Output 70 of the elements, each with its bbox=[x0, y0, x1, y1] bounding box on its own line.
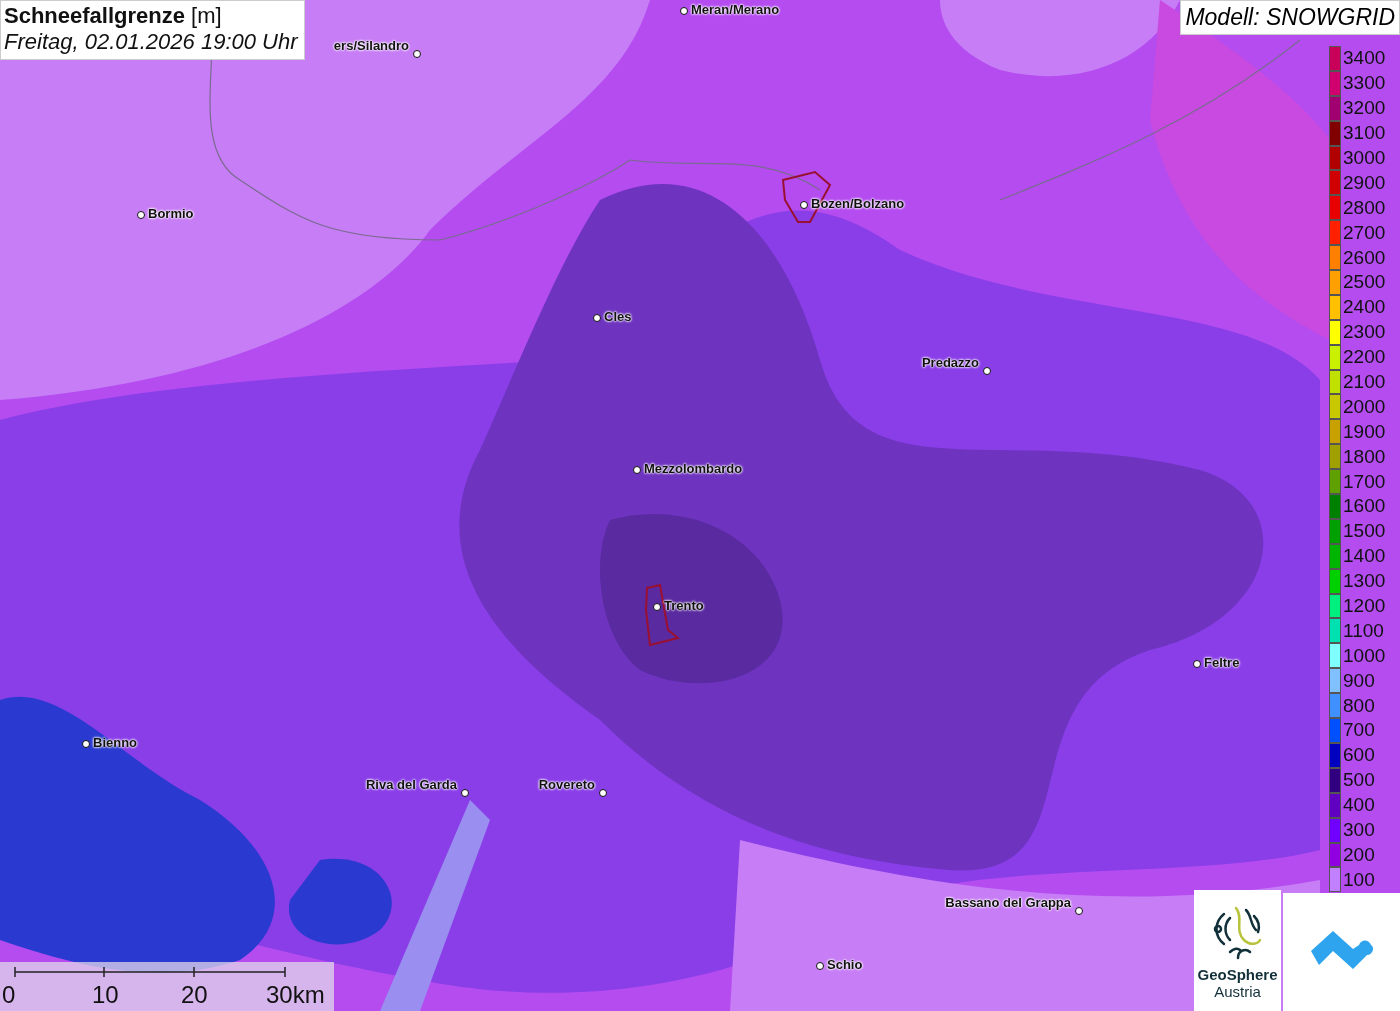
legend-label: 800 bbox=[1343, 694, 1375, 717]
legend-label: 1700 bbox=[1343, 470, 1386, 493]
legend-label: 900 bbox=[1343, 669, 1375, 692]
city-label: Cles bbox=[604, 309, 632, 324]
legend-label: 2200 bbox=[1343, 346, 1386, 369]
legend-label: 2000 bbox=[1343, 395, 1386, 418]
logo-text: GeoSphere bbox=[1197, 966, 1278, 983]
legend-label: 2700 bbox=[1343, 221, 1386, 244]
city-label: Bassano del Grappa bbox=[945, 895, 1071, 910]
city-marker-icon bbox=[1075, 907, 1083, 915]
legend-label: 2300 bbox=[1343, 321, 1386, 344]
scale-label: 20 bbox=[181, 981, 208, 1009]
map-title: Schneefallgrenze [m] bbox=[4, 3, 223, 29]
city-marker-icon bbox=[653, 603, 661, 611]
city-marker-icon bbox=[983, 367, 991, 375]
legend-label: 1600 bbox=[1343, 495, 1386, 518]
city-label: ers/Silandro bbox=[333, 38, 409, 53]
legend-label: 1200 bbox=[1343, 595, 1386, 618]
city-label: Feltre bbox=[1204, 655, 1240, 670]
legend-label: 2600 bbox=[1343, 246, 1386, 269]
city-label: Rovereto bbox=[538, 777, 595, 792]
legend-label: 3100 bbox=[1343, 122, 1386, 145]
legend-label: 1900 bbox=[1343, 420, 1386, 443]
legend-label: 2400 bbox=[1343, 296, 1386, 319]
legend-label: 1300 bbox=[1343, 570, 1386, 593]
city-marker-icon bbox=[816, 962, 824, 970]
city-label: Bienno bbox=[93, 735, 138, 750]
city-marker-icon bbox=[461, 789, 469, 797]
city-marker-icon bbox=[82, 740, 90, 748]
model-label: Modell: SNOWGRID bbox=[1180, 0, 1400, 35]
legend-label: 2800 bbox=[1343, 196, 1386, 219]
city-marker-icon bbox=[633, 466, 641, 474]
legend-label: 1500 bbox=[1343, 520, 1386, 543]
logo-subtext: Austria bbox=[1214, 983, 1261, 1000]
city-label: Predazzo bbox=[921, 355, 979, 370]
legend-label: 3000 bbox=[1343, 147, 1386, 169]
legend-label: 3200 bbox=[1343, 97, 1386, 120]
city-marker-icon bbox=[599, 789, 607, 797]
city-marker-icon bbox=[593, 314, 601, 322]
scale-label: 0 bbox=[2, 981, 16, 1009]
city-label: Mezzolombardo bbox=[644, 461, 743, 476]
city-label: Riva del Garda bbox=[365, 777, 457, 792]
legend-label: 2500 bbox=[1343, 271, 1386, 294]
city-label: Schio bbox=[827, 957, 863, 972]
city-marker-icon bbox=[800, 201, 808, 209]
legend-label: 2100 bbox=[1343, 371, 1386, 393]
city-marker-icon bbox=[413, 50, 421, 58]
legend-label: 3400 bbox=[1343, 47, 1386, 70]
legend-label: 1800 bbox=[1343, 445, 1386, 468]
legend-label: 300 bbox=[1343, 819, 1375, 842]
legend-label: 1000 bbox=[1343, 644, 1386, 667]
legend-label: 100 bbox=[1343, 868, 1375, 891]
legend-label: 1100 bbox=[1343, 619, 1384, 642]
scale-label: 10 bbox=[92, 981, 119, 1009]
city-marker-icon bbox=[137, 211, 145, 219]
legend-label: 3300 bbox=[1343, 72, 1386, 95]
legend-label: 600 bbox=[1343, 744, 1375, 767]
legend-label: 700 bbox=[1343, 719, 1375, 742]
city-label: Trento bbox=[664, 598, 704, 613]
city-label: Bormio bbox=[148, 206, 194, 221]
legend-label: 400 bbox=[1343, 794, 1375, 817]
legend-label: 1400 bbox=[1343, 545, 1386, 568]
date-time-label: Freitag, 02.01.2026 19:00 Uhr bbox=[4, 29, 298, 55]
legend-label: 200 bbox=[1343, 843, 1375, 866]
scale-label: 30km bbox=[266, 981, 325, 1009]
city-marker-icon bbox=[1193, 660, 1201, 668]
city-marker-icon bbox=[680, 7, 688, 15]
city-label: Meran/Merano bbox=[691, 2, 780, 17]
legend-label: 500 bbox=[1343, 769, 1375, 792]
legend-label: 2900 bbox=[1343, 171, 1386, 194]
